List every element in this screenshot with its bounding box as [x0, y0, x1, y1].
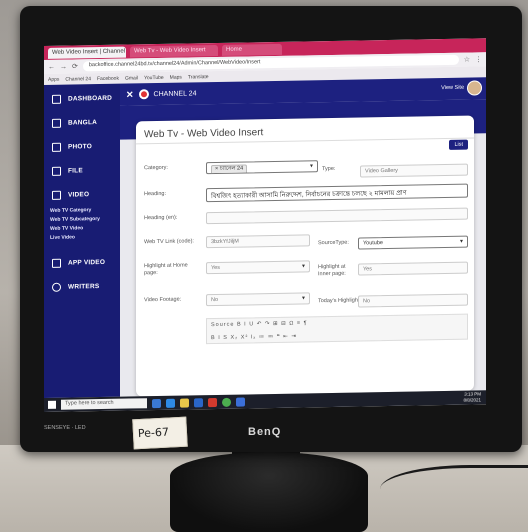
sidebar-item-dashboard[interactable]: DASHBOARD — [44, 86, 120, 111]
webtv-link-input[interactable]: 3bzkYfJiljM — [206, 234, 310, 249]
heading-en-input[interactable] — [206, 207, 468, 225]
highlight-inner-select[interactable]: Yes — [358, 261, 468, 276]
category-chip[interactable]: × চ্যানেল 24 — [211, 164, 248, 175]
tab-title: Home — [226, 46, 243, 53]
back-icon[interactable]: ← — [48, 63, 55, 70]
todays-highlight-label: Today's Highlight: — [318, 297, 361, 305]
sidebar-item-file[interactable]: FILE — [44, 158, 120, 183]
rich-text-editor-toolbar: Source B I U ↶ ↷ ⊞ ⊟ Ω ≡ ¶ B I S X₂ X² I… — [206, 313, 468, 345]
user-icon — [52, 282, 61, 292]
sidebar-item-label: BANGLA — [68, 118, 98, 127]
video-icon — [52, 190, 61, 200]
edge-icon[interactable] — [166, 398, 175, 408]
browser-tab[interactable]: Home — [222, 43, 282, 56]
highlight-inner-label: Highlight at Inner page: — [318, 263, 346, 278]
admin-app: DASHBOARD BANGLA PHOTO FILE VIDEO Web TV… — [44, 77, 486, 399]
bookmark-item[interactable]: Channel 24 — [65, 76, 91, 82]
page-title: Web Tv - Web Video Insert — [144, 127, 264, 141]
form-panel: Web Tv - Web Video Insert List Category:… — [136, 115, 474, 397]
source-type-label: SourceType: — [318, 239, 349, 247]
bookmark-item[interactable]: Apps — [48, 76, 59, 82]
reload-icon[interactable]: ⟳ — [72, 62, 78, 70]
chevron-down-icon: ▼ — [309, 163, 314, 170]
video-footage-label: Video Footage: — [144, 296, 182, 304]
list-button[interactable]: List — [449, 139, 468, 150]
heading-en-label: Heading (en): — [144, 214, 178, 222]
highlight-home-value: Yes — [211, 264, 220, 272]
sidebar-item-label: WRITERS — [68, 282, 100, 291]
heading-label: Heading: — [144, 190, 167, 198]
video-footage-select[interactable]: No ▼ — [206, 292, 310, 307]
sidebar-item-label: PHOTO — [68, 142, 92, 151]
pdf-icon[interactable] — [208, 397, 217, 407]
webtv-link-label: Web TV Link (code): — [144, 238, 194, 246]
close-icon[interactable]: ✕ — [126, 89, 134, 100]
video-footage-value: No — [211, 296, 219, 304]
grid-icon — [52, 94, 61, 104]
taskbar-clock[interactable]: 3:13 PM 8/8/2021 — [463, 391, 481, 403]
word-icon[interactable] — [194, 397, 203, 407]
tab-title: Web Tv - Web Video Insert — [134, 47, 206, 55]
forward-icon[interactable]: → — [60, 63, 67, 70]
sidebar: DASHBOARD BANGLA PHOTO FILE VIDEO Web TV… — [44, 83, 120, 399]
monitor-screen: Web Video Insert | Channel✕ Web Tv - Web… — [44, 38, 486, 413]
chevron-down-icon: ▼ — [301, 263, 306, 270]
browser-tab[interactable]: Web Video Insert | Channel✕ — [48, 46, 126, 59]
clock-date: 8/8/2021 — [463, 397, 481, 403]
menu-icon[interactable]: ⋮ — [475, 55, 482, 63]
sidebar-item-video[interactable]: VIDEO — [44, 182, 120, 207]
task-view-icon[interactable] — [152, 398, 161, 408]
sidebar-subitem[interactable]: Live Video — [44, 233, 120, 243]
sidebar-item-label: DASHBOARD — [68, 94, 113, 103]
app-icon[interactable] — [236, 396, 245, 407]
type-label: Type: — [322, 165, 336, 173]
sidebar-item-label: FILE — [68, 166, 83, 175]
sidebar-item-label: APP VIDEO — [68, 258, 106, 267]
star-icon[interactable]: ☆ — [464, 56, 470, 64]
folder-icon[interactable] — [180, 397, 189, 408]
browser-tab[interactable]: Web Tv - Web Video Insert — [130, 44, 218, 57]
video-icon — [52, 258, 61, 268]
chrome-icon[interactable] — [222, 397, 231, 407]
edit-icon — [52, 118, 61, 128]
file-icon — [52, 166, 61, 176]
tab-title: Web Video Insert | Channel — [52, 48, 126, 56]
sticky-note: Pe-67 — [132, 416, 188, 450]
sidebar-item-label: VIDEO — [68, 190, 90, 199]
chevron-down-icon: ▼ — [459, 238, 464, 245]
sidebar-item-bangla[interactable]: BANGLA — [44, 110, 120, 135]
monitor-brand-logo: BenQ — [248, 426, 282, 438]
heading-input[interactable]: বিশ্বজিৎ হত্যাকারী আসামি নিরুদ্দেশ, নির্… — [206, 183, 468, 203]
highlight-home-select[interactable]: Yes ▼ — [206, 260, 310, 275]
chevron-down-icon: ▼ — [301, 295, 306, 302]
taskbar-search-input[interactable]: Type here to search — [61, 398, 147, 410]
brand-title: CHANNEL 24 — [153, 89, 197, 98]
windows-start-icon[interactable] — [48, 400, 56, 409]
sidebar-item-writers[interactable]: WRITERS — [44, 274, 120, 299]
image-icon — [52, 142, 61, 152]
sidebar-item-app-video[interactable]: APP VIDEO — [44, 250, 120, 275]
sidebar-item-photo[interactable]: PHOTO — [44, 134, 120, 159]
source-type-value: Youtube — [363, 240, 383, 247]
channel-logo-icon — [138, 89, 149, 100]
monitor-stand — [170, 452, 368, 532]
todays-highlight-select[interactable]: No — [358, 293, 468, 308]
view-site-link[interactable]: View Site — [441, 85, 464, 91]
bookmark-item[interactable]: Maps — [170, 74, 182, 80]
bookmark-item[interactable]: Facebook — [97, 75, 119, 81]
bookmark-item[interactable]: Gmail — [125, 75, 138, 81]
category-label: Category: — [144, 164, 168, 172]
highlight-home-label: Highlight at Home page: — [144, 262, 188, 277]
bookmark-item[interactable]: YouTube — [144, 74, 164, 80]
monitor-model-label: SENSEYE · LED — [44, 425, 86, 431]
source-type-select[interactable]: Youtube ▼ — [358, 235, 468, 250]
bookmark-item[interactable]: Translate — [188, 74, 209, 80]
category-select[interactable]: × চ্যানেল 24 ▼ — [206, 160, 318, 175]
type-select[interactable]: Video Gallery — [360, 163, 468, 178]
